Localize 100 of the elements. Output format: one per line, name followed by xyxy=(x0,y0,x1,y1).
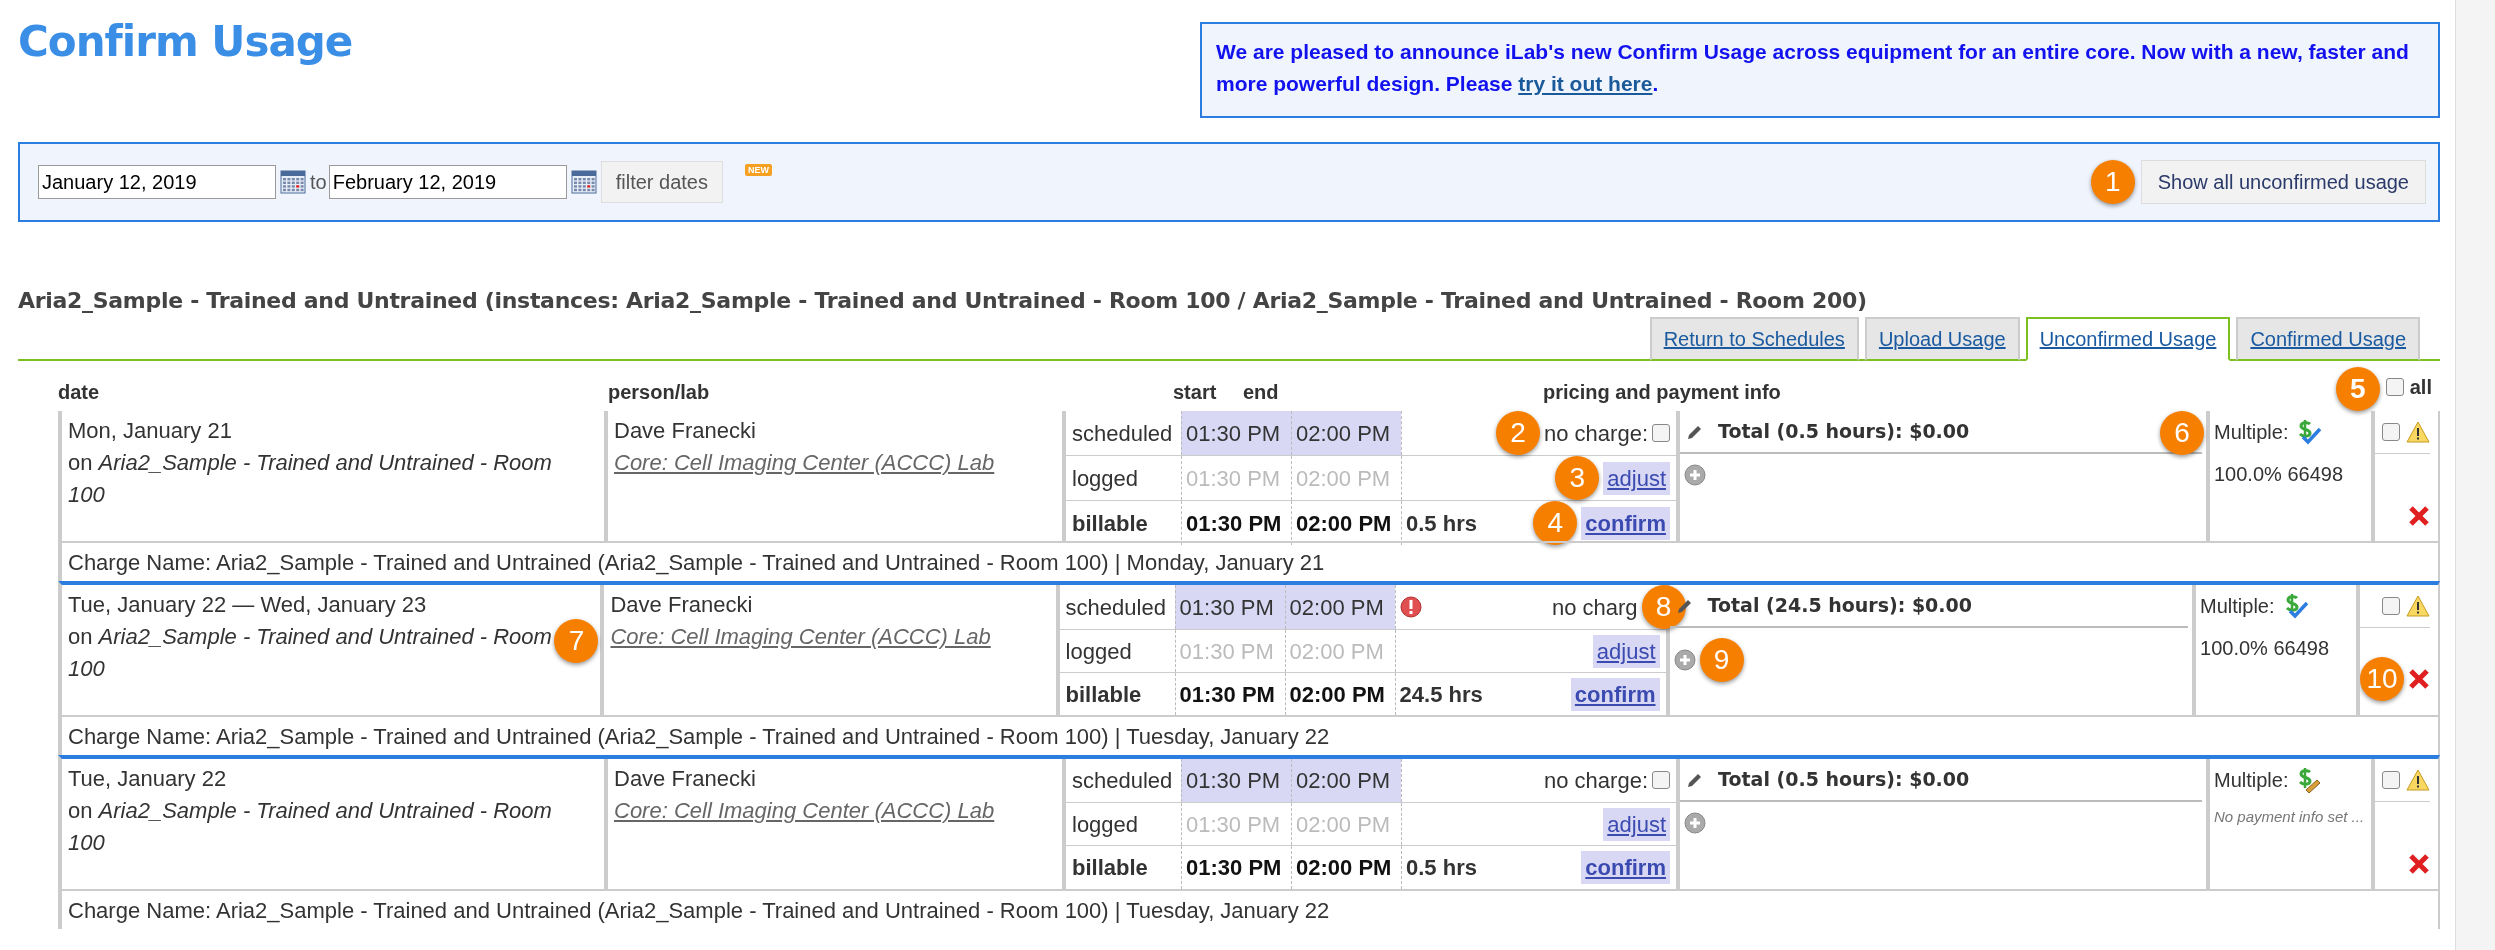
new-badge: NEW xyxy=(744,164,772,176)
total-text: Total (24.5 hours): $0.00 xyxy=(1707,593,1972,619)
tab[interactable]: Unconfirmed Usage xyxy=(2025,317,2231,361)
time-row-label: logged xyxy=(1064,637,1133,666)
start-time: 01:30 PM xyxy=(1174,585,1285,629)
show-all-unconfirmed-button[interactable]: Show all unconfirmed usage xyxy=(2140,160,2426,204)
checkbox[interactable] xyxy=(2382,423,2400,441)
no-charge-label: no charge: xyxy=(1544,766,1648,795)
end-time: 02:00 PM xyxy=(1291,501,1401,545)
checkbox[interactable] xyxy=(1652,424,1670,442)
no-charge-label: no charge: xyxy=(1544,419,1648,448)
time-row-label: scheduled xyxy=(1071,419,1174,448)
tab[interactable]: Upload Usage xyxy=(1864,317,2020,361)
start-time: 01:30 PM xyxy=(1181,411,1291,455)
adjust-link[interactable]: adjust xyxy=(1592,634,1660,668)
callout-badge: 6 xyxy=(2160,411,2204,455)
start-time: 01:30 PM xyxy=(1181,846,1291,889)
payment-info: 100.0% 66498 xyxy=(2200,636,2331,661)
start-time: 01:30 PM xyxy=(1181,501,1291,545)
payment-label: Multiple: xyxy=(2214,420,2289,445)
start-time: 01:30 PM xyxy=(1181,456,1291,500)
callout-badge: 9 xyxy=(1699,638,1744,682)
delete-icon[interactable] xyxy=(2408,853,2430,875)
payment-info: No payment info set ... xyxy=(2214,807,2366,827)
announcement-text: We are pleased to announce iLab's new Confirm Usage across equipment for an entire core. Now with a new, faster and more powerful design. Please try it out here. xyxy=(1216,40,2409,95)
callout-badge: 5 xyxy=(2335,367,2380,411)
start-time: 01:30 PM xyxy=(1181,759,1291,802)
calendar-icon[interactable] xyxy=(570,170,597,194)
page-title: Confirm Usage xyxy=(18,16,353,68)
time-row-label: scheduled xyxy=(1071,766,1174,795)
end-time: 02:00 PM xyxy=(1284,585,1395,629)
date-text: Tue, January 22 — Wed, January 23 xyxy=(68,591,428,619)
payment-info: 100.0% 66498 xyxy=(2214,462,2344,487)
lab-link[interactable]: Core: Cell Imaging Center (ACCC) Lab xyxy=(610,624,991,649)
no-charge-label: no charg xyxy=(1551,593,1638,622)
end-time: 02:00 PM xyxy=(1291,759,1401,802)
time-row-label: logged xyxy=(1071,810,1140,839)
time-row-label: logged xyxy=(1071,464,1140,493)
calendar-icon[interactable] xyxy=(280,170,306,194)
location-text: on Aria2_Sample - Trained and Untrained - Room 100 xyxy=(68,797,553,857)
end-time: 02:00 PM xyxy=(1284,630,1395,672)
select-all-label: all xyxy=(2409,375,2432,400)
hours-text: 0.5 hrs xyxy=(1406,509,1477,538)
lab-link[interactable]: Core: Cell Imaging Center (ACCC) Lab xyxy=(614,450,995,475)
total-text: Total (0.5 hours): $0.00 xyxy=(1718,419,1970,445)
start-date-field[interactable]: January 12, 2019 xyxy=(38,165,276,199)
end-time: 02:00 PM xyxy=(1291,411,1401,455)
delete-icon[interactable] xyxy=(2408,668,2430,690)
adjust-link[interactable]: adjust xyxy=(1603,807,1670,841)
payment-label: Multiple: xyxy=(2214,768,2289,793)
confirm-link[interactable]: confirm xyxy=(1581,851,1670,885)
lab-link[interactable]: Core: Cell Imaging Center (ACCC) Lab xyxy=(614,798,995,823)
location-text: on Aria2_Sample - Trained and Untrained - Room 100 xyxy=(68,449,553,509)
callout-badge: 10 xyxy=(2360,657,2404,701)
column-header: end xyxy=(1243,380,1280,405)
filter-dates-button[interactable]: filter dates xyxy=(600,161,723,203)
callout-badge: 3 xyxy=(1555,456,1600,500)
person-name: Dave Franecki xyxy=(614,417,757,445)
end-time: 02:00 PM xyxy=(1291,456,1401,500)
try-it-link[interactable]: try it out here xyxy=(1518,72,1653,95)
callout-badge: 2 xyxy=(1496,411,1541,455)
hours-text: 24.5 hrs xyxy=(1399,680,1483,709)
start-time: 01:30 PM xyxy=(1174,630,1285,672)
total-text: Total (0.5 hours): $0.00 xyxy=(1718,767,1970,793)
checkbox[interactable] xyxy=(2382,597,2400,615)
column-header: pricing and payment info xyxy=(1543,380,1782,405)
end-time: 02:00 PM xyxy=(1291,846,1401,889)
column-header: person/lab xyxy=(608,380,711,405)
charge-name: Charge Name: Aria2_Sample - Trained and Untrained (Aria2_Sample - Trained and Untrained - Room 100) | Tuesday, January 22 xyxy=(62,889,2438,929)
hours-text: 0.5 hrs xyxy=(1406,854,1477,883)
adjust-link[interactable]: adjust xyxy=(1603,461,1670,495)
tab[interactable]: Confirmed Usage xyxy=(2236,317,2420,361)
end-time: 02:00 PM xyxy=(1291,802,1401,846)
time-row-label: billable xyxy=(1071,854,1149,883)
callout-badge: 7 xyxy=(554,619,599,663)
confirm-link[interactable]: confirm xyxy=(1581,506,1670,540)
time-row-label: scheduled xyxy=(1064,593,1167,622)
time-row-label: billable xyxy=(1071,509,1149,538)
time-row-label: billable xyxy=(1064,680,1143,709)
end-time: 02:00 PM xyxy=(1284,673,1395,715)
to-label: to xyxy=(310,170,327,195)
delete-icon[interactable] xyxy=(2408,505,2430,527)
scrollbar[interactable] xyxy=(2455,0,2495,950)
checkbox[interactable] xyxy=(2382,771,2400,789)
section-title: Aria2_Sample - Trained and Untrained (instances: Aria2_Sample - Trained and Untrained - Room 100 / Aria2_Sample - Trained and Untrained - Room 200) xyxy=(18,287,1868,315)
payment-label: Multiple: xyxy=(2200,594,2275,619)
add-icon[interactable] xyxy=(1684,464,1706,486)
end-date-field[interactable]: February 12, 2019 xyxy=(328,165,567,199)
date-text: Tue, January 22 xyxy=(68,765,228,793)
checkbox[interactable] xyxy=(1652,771,1670,790)
confirm-link[interactable]: confirm xyxy=(1570,677,1660,711)
add-icon[interactable] xyxy=(1684,812,1706,834)
warning-icon xyxy=(2406,421,2430,443)
checkbox[interactable] xyxy=(2385,378,2404,396)
start-time: 01:30 PM xyxy=(1174,673,1285,715)
add-icon[interactable] xyxy=(1673,649,1696,671)
person-name: Dave Franecki xyxy=(610,591,754,619)
warning-icon xyxy=(2406,595,2430,617)
tab[interactable]: Return to Schedules xyxy=(1649,317,1859,361)
callout-badge: 4 xyxy=(1533,501,1578,545)
